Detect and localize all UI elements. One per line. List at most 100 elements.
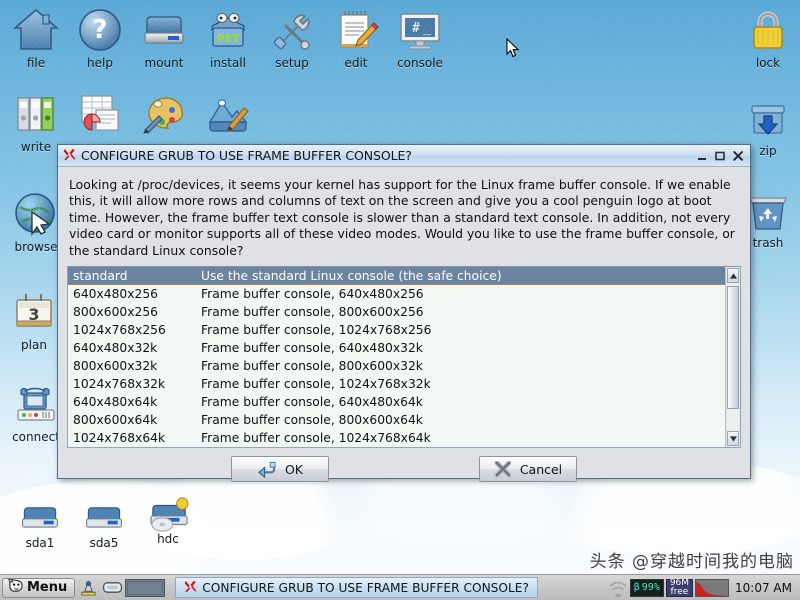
clock[interactable]: 10:07 AM [731, 581, 796, 595]
pager-desktop-1[interactable] [127, 581, 163, 595]
desktop-icon-help[interactable]: ? help [68, 6, 132, 70]
drive-icon-sda1[interactable]: sda1 [8, 500, 72, 550]
svg-text:_: _ [423, 21, 431, 36]
mouse-cursor [506, 38, 520, 61]
paint-palette-brush-icon [140, 90, 188, 138]
drive-icon-sda5[interactable]: sda5 [72, 500, 136, 550]
scrollbar-thumb[interactable] [727, 286, 739, 409]
scroll-up-button[interactable] [727, 268, 739, 283]
network-signal-icon[interactable] [608, 578, 628, 598]
mode-description: Use the standard Linux console (the safe… [201, 269, 725, 283]
drive-icon-hdc[interactable]: hdc [136, 496, 200, 546]
mode-description: Frame buffer console, 800x600x32k [201, 359, 725, 373]
close-button[interactable] [729, 148, 746, 164]
desktop-icon-lock[interactable]: lock [736, 6, 800, 70]
dialog-title: CONFIGURE GRUB TO USE FRAME BUFFER CONSO… [81, 148, 692, 163]
ok-button[interactable]: OK [231, 456, 329, 482]
desktop-icon-install[interactable]: PET install [196, 6, 260, 70]
home-house-icon [12, 6, 60, 54]
grub-framebuffer-dialog[interactable]: CONFIGURE GRUB TO USE FRAME BUFFER CONSO… [57, 144, 751, 479]
scroll-down-button[interactable] [727, 431, 739, 446]
start-menu-button[interactable]: Menu [2, 578, 75, 598]
desktop-icon-label: setup [260, 56, 324, 70]
mode-description: Frame buffer console, 1024x768x32k [201, 377, 725, 391]
cpu-load-graph[interactable] [695, 579, 729, 597]
dialog-titlebar[interactable]: CONFIGURE GRUB TO USE FRAME BUFFER CONSO… [58, 145, 750, 167]
taskbar[interactable]: Menu CONFIGURE GRUB TO USE FRAME BUFFER … [0, 574, 800, 600]
desktop-icon-calc[interactable] [68, 90, 132, 140]
scrollbar-track[interactable] [727, 284, 739, 430]
video-mode-list[interactable]: standard Use the standard Linux console … [68, 267, 725, 447]
desktop-icon-file[interactable]: file [4, 6, 68, 70]
optical-drive-icon [146, 496, 190, 530]
puppy-dog-icon [7, 578, 24, 598]
telephone-modem-icon [12, 380, 60, 428]
mode-name: 640x480x256 [73, 287, 201, 301]
desktop-icon-mount[interactable]: mount [132, 6, 196, 70]
desktop-icon-label: console [384, 56, 456, 70]
drive-label: sda5 [72, 536, 136, 550]
mode-name: 640x480x32k [73, 341, 201, 355]
list-item[interactable]: 640x480x32k Frame buffer console, 640x48… [68, 339, 725, 357]
system-tray[interactable]: β 99% 96M free 10:07 AM [608, 577, 798, 599]
mode-description: Frame buffer console, 1024x768x256 [201, 323, 725, 337]
desktop-icon-label: mount [132, 56, 196, 70]
cancel-button[interactable]: Cancel [479, 456, 577, 482]
desktop-icon-edit[interactable]: edit [324, 6, 388, 70]
mode-description: Frame buffer console, 800x600x256 [201, 305, 725, 319]
taskbar-window-item[interactable]: CONFIGURE GRUB TO USE FRAME BUFFER CONSO… [175, 577, 538, 598]
red-x-icon [184, 580, 197, 596]
taskbar-window-list[interactable]: CONFIGURE GRUB TO USE FRAME BUFFER CONSO… [175, 577, 605, 599]
mode-name: standard [73, 269, 201, 283]
start-menu-label: Menu [27, 580, 67, 595]
mode-description: Frame buffer console, 640x480x32k [201, 341, 725, 355]
recycle-bin-icon [744, 186, 792, 234]
battery-prefix: β [634, 582, 640, 593]
mode-name: 800x600x64k [73, 413, 201, 427]
spreadsheet-chart-icon [76, 90, 124, 138]
battery-percent: 99% [642, 582, 660, 593]
hard-drive-icon [140, 6, 188, 54]
gray-x-icon [494, 461, 511, 478]
enter-return-arrow-icon [257, 461, 276, 478]
freemem-label: free [671, 588, 689, 597]
list-item[interactable]: 640x480x256 Frame buffer console, 640x48… [68, 285, 725, 303]
desktop-icon-console[interactable]: # _ console [384, 6, 456, 70]
list-scrollbar[interactable] [725, 267, 740, 447]
mode-name: 1024x768x256 [73, 323, 201, 337]
list-item[interactable]: 1024x768x64k Frame buffer console, 1024x… [68, 429, 725, 447]
list-item[interactable]: standard Use the standard Linux console … [68, 267, 725, 285]
list-item[interactable]: 800x600x256 Frame buffer console, 800x60… [68, 303, 725, 321]
video-mode-listbox[interactable]: standard Use the standard Linux console … [67, 266, 741, 448]
svg-text:PET: PET [216, 32, 240, 45]
svg-text:?: ? [92, 15, 107, 45]
taskbar-window-label: CONFIGURE GRUB TO USE FRAME BUFFER CONSO… [202, 581, 529, 595]
desktop-icon-label: lock [736, 56, 800, 70]
red-x-icon [63, 148, 76, 164]
desktop-pager[interactable] [125, 579, 165, 597]
desktop-icon-draw[interactable] [196, 90, 260, 140]
pet-package-box-icon: PET [204, 6, 252, 54]
mode-name: 640x480x64k [73, 395, 201, 409]
audio-mixer-icon[interactable] [77, 578, 99, 598]
list-item[interactable]: 640x480x64k Frame buffer console, 640x48… [68, 393, 725, 411]
desktop-icon-paint[interactable] [132, 90, 196, 140]
battery-indicator[interactable]: β 99% [630, 579, 664, 597]
terminal-monitor-icon: # _ [396, 6, 444, 54]
list-item[interactable]: 1024x768x256 Frame buffer console, 1024x… [68, 321, 725, 339]
dialog-message: Looking at /proc/devices, it seems your … [67, 175, 741, 266]
list-item[interactable]: 1024x768x32k Frame buffer console, 1024x… [68, 375, 725, 393]
minimize-button[interactable] [693, 148, 710, 164]
globe-cursor-icon [12, 190, 60, 238]
vector-draw-icon [204, 90, 252, 138]
list-item[interactable]: 800x600x32k Frame buffer console, 800x60… [68, 357, 725, 375]
show-desktop-icon[interactable] [101, 578, 123, 598]
list-item[interactable]: 800x600x64k Frame buffer console, 800x60… [68, 411, 725, 429]
archive-box-down-arrow-icon [744, 94, 792, 142]
free-memory-applet[interactable]: 96M free [666, 579, 693, 597]
drive-label: hdc [136, 532, 200, 546]
hard-drive-icon [82, 500, 126, 534]
desktop-icon-setup[interactable]: setup [260, 6, 324, 70]
svg-text:3: 3 [28, 305, 39, 324]
maximize-button[interactable] [711, 148, 728, 164]
